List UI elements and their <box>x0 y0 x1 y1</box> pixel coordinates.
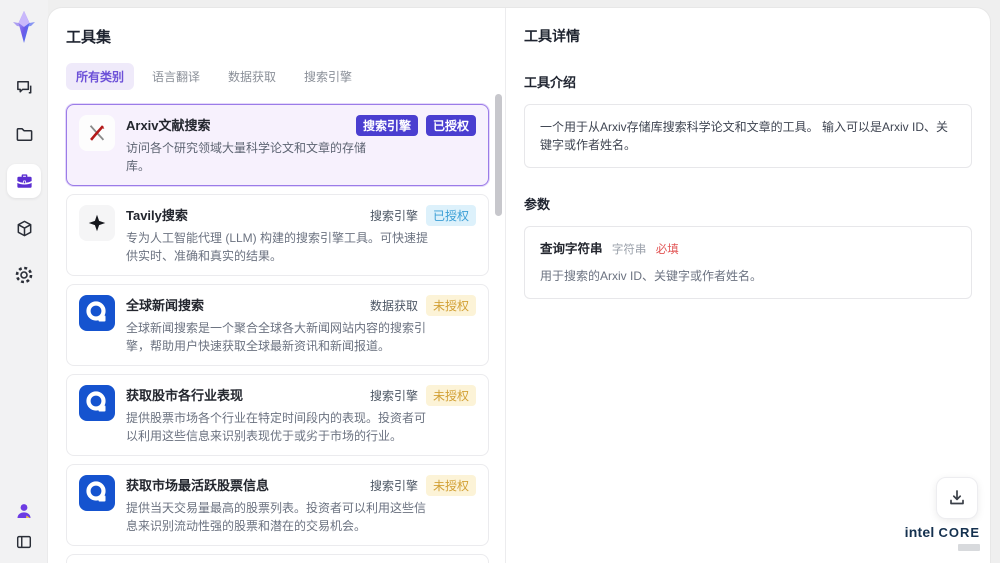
intel-core-logo: intel CORE <box>905 524 980 551</box>
tool-card-arxiv[interactable]: Arxiv文献搜索 访问各个研究领域大量科学论文和文章的存储库。 搜索引擎 已授… <box>66 104 489 186</box>
param-name: 查询字符串 <box>540 242 603 256</box>
tool-description: 提供当天交易量最高的股票列表。投资者可以利用这些信息来识别流动性强的股票和潜在的… <box>126 501 427 533</box>
tool-list-panel: 工具集 所有类别 语言翻译 数据获取 搜索引擎 Arxiv文献搜索 访问各个研究… <box>48 8 505 563</box>
folder-icon <box>15 125 34 144</box>
tool-card-tavily[interactable]: Tavily搜索 专为人工智能代理 (LLM) 构建的搜索引擎工具。可快速提供实… <box>66 194 489 276</box>
category-tabs: 所有类别 语言翻译 数据获取 搜索引擎 <box>66 63 489 90</box>
settings-gear-icon <box>14 265 34 285</box>
category-label: 搜索引擎 <box>369 389 418 403</box>
intel-core-sub-badge <box>958 544 980 551</box>
tab-language-translation[interactable]: 语言翻译 <box>142 63 210 90</box>
tab-search-engine[interactable]: 搜索引擎 <box>294 63 362 90</box>
intro-heading: 工具介绍 <box>524 75 577 90</box>
nav-tools-button[interactable] <box>7 164 41 198</box>
tool-description: 专为人工智能代理 (LLM) 构建的搜索引擎工具。可快速提供实时、准确和真实的结… <box>126 231 429 263</box>
category-badge: 搜索引擎 <box>355 115 418 136</box>
intel-product-text: CORE <box>938 525 980 540</box>
tool-card-global-news[interactable]: 全球新闻搜索 全球新闻搜索是一个聚合全球各大新闻网站内容的搜索引擎，帮助用户快速… <box>66 284 489 366</box>
status-badge: 未授权 <box>425 385 476 406</box>
nav-settings-button[interactable] <box>7 258 41 292</box>
params-heading: 参数 <box>524 197 551 212</box>
category-label: 搜索引擎 <box>369 479 418 493</box>
tool-card-regional-news[interactable]: 万维地区新闻查询 查询具体行政区划内的新闻，快速了解各地新闻动态 搜索引擎 未授… <box>66 554 489 563</box>
intel-brand-text: intel <box>904 524 935 540</box>
rail-bottom <box>14 501 34 551</box>
tool-description: 全球新闻搜索是一个聚合全球各大新闻网站内容的搜索引擎，帮助用户快速获取全球最新资… <box>126 321 427 353</box>
nav-models-button[interactable] <box>7 211 41 245</box>
nav-chat-button[interactable] <box>7 70 41 104</box>
tab-all-categories[interactable]: 所有类别 <box>66 63 135 90</box>
param-description: 用于搜索的Arxiv ID、关键字或作者姓名。 <box>540 269 763 283</box>
list-scrollbar <box>495 94 502 554</box>
news-search-blue-logo-icon <box>79 295 115 331</box>
param-type: 字符串 <box>611 244 647 256</box>
app-logo <box>9 10 39 44</box>
intro-box: 一个用于从Arxiv存储库搜索科学论文和文章的工具。 输入可以是Arxiv ID… <box>524 104 972 168</box>
left-rail <box>0 0 48 563</box>
list-scrollbar-thumb[interactable] <box>495 94 502 216</box>
param-required-flag: 必填 <box>655 244 679 256</box>
news-search-blue-logo-icon <box>79 385 115 421</box>
main-card: 工具集 所有类别 语言翻译 数据获取 搜索引擎 Arxiv文献搜索 访问各个研究… <box>48 8 990 563</box>
collapse-panel-icon[interactable] <box>15 533 33 551</box>
status-badge: 已授权 <box>425 115 476 136</box>
chat-icon <box>15 78 34 97</box>
status-badge: 已授权 <box>425 205 476 226</box>
download-icon <box>947 488 967 508</box>
page-title: 工具集 <box>66 29 112 46</box>
tab-data-acquisition[interactable]: 数据获取 <box>218 63 286 90</box>
detail-title: 工具详情 <box>524 28 580 44</box>
cube-icon <box>15 219 34 238</box>
tool-detail-panel: 工具详情 工具介绍 一个用于从Arxiv存储库搜索科学论文和文章的工具。 输入可… <box>505 8 990 563</box>
status-badge: 未授权 <box>425 295 476 316</box>
nav-files-button[interactable] <box>7 117 41 151</box>
tool-description: 提供股票市场各个行业在特定时间段内的表现。投资者可以利用这些信息来识别表现优于或… <box>126 411 427 443</box>
download-button[interactable] <box>936 477 978 519</box>
arxiv-logo-icon <box>79 115 115 151</box>
tool-description: 访问各个研究领域大量科学论文和文章的存储库。 <box>126 141 367 173</box>
category-label: 数据获取 <box>369 299 418 313</box>
tool-card-active-stocks[interactable]: 获取市场最活跃股票信息 提供当天交易量最高的股票列表。投资者可以利用这些信息来识… <box>66 464 489 546</box>
status-badge: 未授权 <box>425 475 476 496</box>
param-box: 查询字符串 字符串 必填 用于搜索的Arxiv ID、关键字或作者姓名。 <box>524 226 972 299</box>
news-search-blue-logo-icon <box>79 475 115 511</box>
tool-card-list: Arxiv文献搜索 访问各个研究领域大量科学论文和文章的存储库。 搜索引擎 已授… <box>66 104 489 563</box>
tavily-star-logo-icon <box>79 205 115 241</box>
user-avatar[interactable] <box>14 501 34 521</box>
category-label: 搜索引擎 <box>369 209 418 223</box>
toolbox-icon <box>15 172 34 191</box>
tool-card-stock-sectors[interactable]: 获取股市各行业表现 提供股票市场各个行业在特定时间段内的表现。投资者可以利用这些… <box>66 374 489 456</box>
